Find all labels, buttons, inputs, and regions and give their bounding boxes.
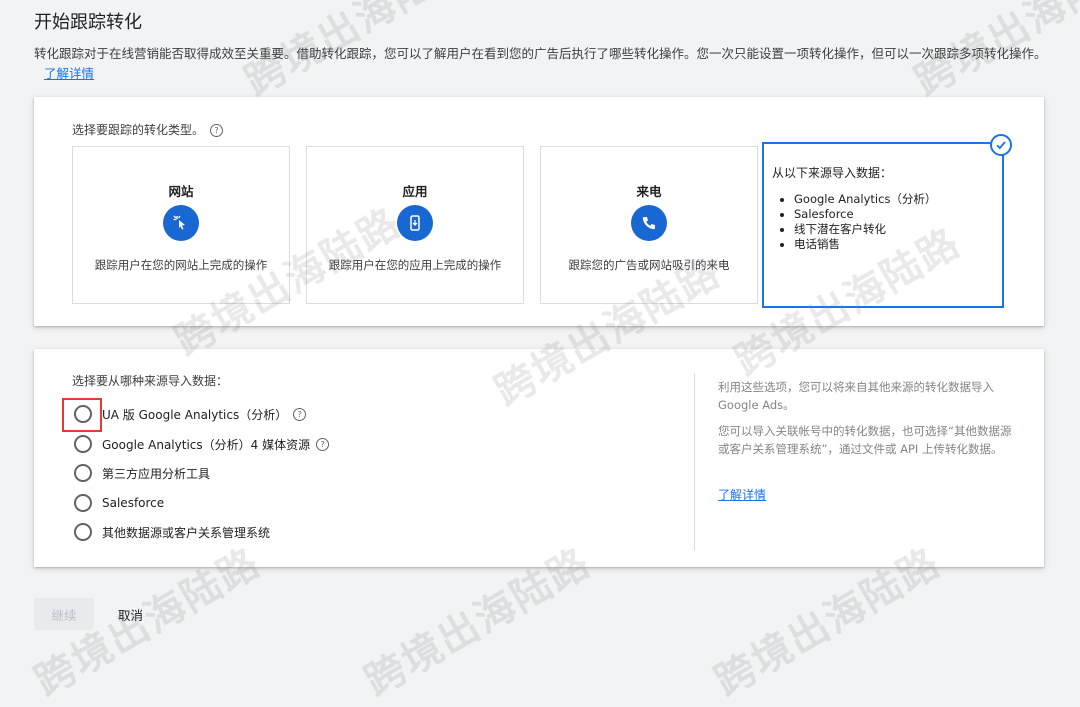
conversion-type-label: 选择要跟踪的转化类型。?: [72, 121, 224, 138]
type-app-desc: 跟踪用户在您的应用上完成的操作: [328, 258, 502, 272]
type-app[interactable]: 应用 跟踪用户在您的应用上完成的操作: [306, 146, 524, 304]
radio-option-ga4[interactable]: Google Analytics（分析）4 媒体资源 ?: [74, 435, 330, 453]
side-info-text-1: 利用这些选项，您可以将来自其他来源的转化数据导入 Google Ads。: [718, 380, 994, 412]
radio-label: Salesforce: [102, 496, 165, 510]
divider: [694, 373, 695, 551]
list-item: 线下潜在客户转化: [794, 222, 936, 237]
type-phone-desc: 跟踪您的广告或网站吸引的来电: [568, 258, 730, 272]
type-import[interactable]: 从以下来源导入数据： Google Analytics（分析） Salesfor…: [762, 134, 1012, 308]
side-learn-more-link[interactable]: 了解详情: [718, 486, 766, 503]
import-title: 从以下来源导入数据：: [772, 166, 893, 180]
phone-icon: [631, 205, 667, 241]
type-website[interactable]: 网站 跟踪用户在您的网站上完成的操作: [72, 146, 290, 304]
help-icon[interactable]: ?: [316, 437, 330, 451]
radio-button[interactable]: [74, 494, 92, 512]
radio-label: 第三方应用分析工具: [102, 466, 211, 481]
page-title: 开始跟踪转化: [34, 12, 142, 33]
list-item: Google Analytics（分析）: [794, 192, 936, 207]
radio-button[interactable]: [74, 435, 92, 453]
radio-label: UA 版 Google Analytics（分析）: [102, 407, 288, 422]
type-phone[interactable]: 来电 跟踪您的广告或网站吸引的来电: [540, 146, 758, 304]
type-app-name: 应用: [402, 184, 428, 199]
radio-option-salesforce[interactable]: Salesforce: [74, 494, 164, 512]
mobile-app-icon: [397, 205, 433, 241]
radio-label: Google Analytics（分析）4 媒体资源: [102, 437, 311, 452]
list-item: Salesforce: [794, 207, 936, 222]
check-circle-icon: [990, 134, 1012, 156]
intro-learn-more-link[interactable]: 了解详情: [44, 66, 94, 81]
type-website-desc: 跟踪用户在您的网站上完成的操作: [94, 258, 268, 272]
type-phone-name: 来电: [636, 184, 662, 199]
conversion-type-card: 选择要跟踪的转化类型。? 网站 跟踪用户在您的网站上完成的操作 应用 跟踪用户在…: [34, 97, 1044, 326]
intro-text: 转化跟踪对于在线营销能否取得成效至关重要。借助转化跟踪，您可以了解用户在看到您的…: [34, 44, 1054, 84]
import-source-list: Google Analytics（分析） Salesforce 线下潜在客户转化…: [778, 192, 936, 252]
help-icon[interactable]: ?: [293, 407, 307, 421]
import-source-label: 选择要从哪种来源导入数据：: [72, 374, 229, 388]
conversion-type-label-text: 选择要跟踪的转化类型。: [72, 123, 205, 137]
radio-button[interactable]: [74, 464, 92, 482]
intro-paragraph: 转化跟踪对于在线营销能否取得成效至关重要。借助转化跟踪，您可以了解用户在看到您的…: [34, 46, 1047, 61]
cancel-button[interactable]: 取消: [110, 598, 151, 630]
radio-option-ua[interactable]: UA 版 Google Analytics（分析） ?: [74, 405, 307, 423]
radio-option-third-party[interactable]: 第三方应用分析工具: [74, 464, 210, 482]
import-source-card: 选择要从哪种来源导入数据： UA 版 Google Analytics（分析） …: [34, 349, 1044, 567]
help-icon[interactable]: ?: [210, 124, 224, 137]
radio-option-other-crm[interactable]: 其他数据源或客户关系管理系统: [74, 523, 270, 541]
cursor-click-icon: [163, 205, 199, 241]
continue-button[interactable]: 继续: [34, 598, 94, 630]
type-website-name: 网站: [168, 184, 194, 199]
radio-button[interactable]: [74, 523, 92, 541]
radio-label: 其他数据源或客户关系管理系统: [102, 525, 271, 540]
list-item: 电话销售: [794, 237, 936, 252]
side-info-text-2: 您可以导入关联帐号中的转化数据，也可选择“其他数据源或客户关系管理系统”，通过文…: [718, 424, 1012, 456]
highlight-annotation: [62, 398, 102, 432]
